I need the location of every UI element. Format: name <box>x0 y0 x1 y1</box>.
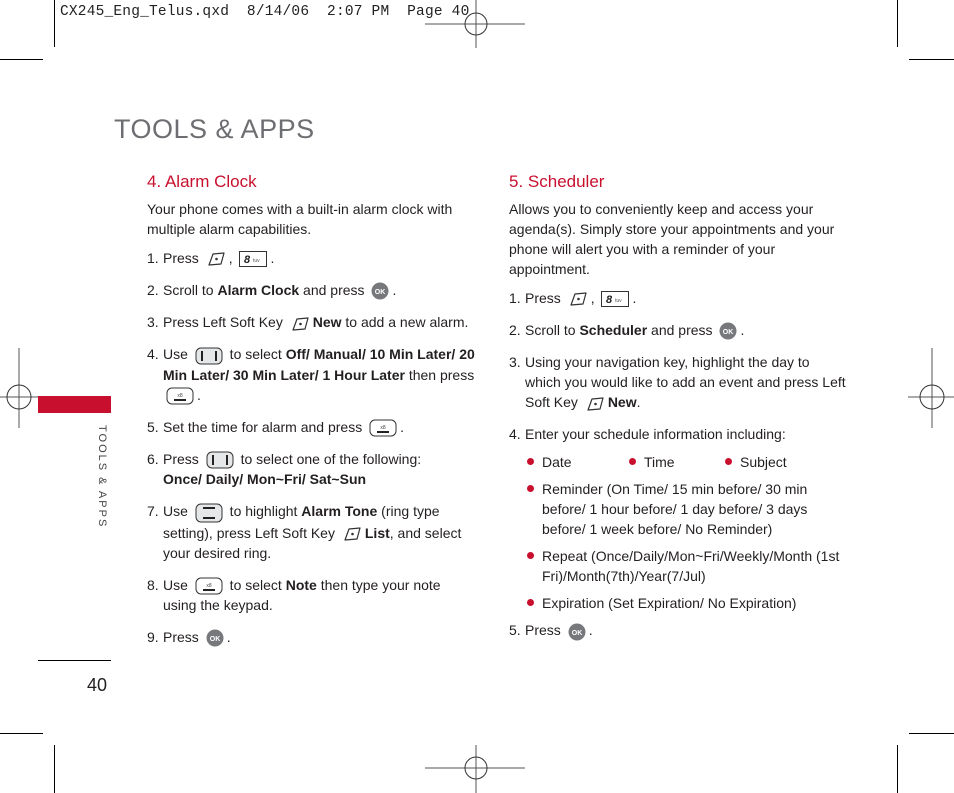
nav-down-key-icon: x8 <box>195 577 223 595</box>
list-item: Date <box>527 452 629 472</box>
bullet-icon <box>527 599 534 607</box>
nav-left-right-key-icon <box>206 451 234 469</box>
ok-key-icon: OK <box>568 623 586 641</box>
svg-text:OK: OK <box>375 289 386 296</box>
section-intro: Allows you to conveniently keep and acce… <box>509 201 835 277</box>
bullet-icon <box>527 485 534 493</box>
print-slug: CX245_Eng_Telus.qxd 8/14/06 2:07 PM Page… <box>60 4 470 20</box>
list-item: Subject <box>725 452 787 472</box>
nav-up-down-key-icon <box>195 503 223 523</box>
nav-down-key-icon: x8 <box>369 419 397 437</box>
left-soft-key-icon <box>587 396 604 411</box>
registration-mark-bottom <box>425 745 525 793</box>
key-8-tuv-icon: 8 tuv <box>239 251 268 268</box>
section-intro: Your phone comes with a built-in alarm c… <box>147 201 453 237</box>
left-soft-key-icon <box>570 292 587 306</box>
nav-left-right-key-icon <box>195 347 223 365</box>
bullet-icon <box>527 552 534 560</box>
list-item: Reminder (On Time/ 15 min before/ 30 min… <box>527 479 849 539</box>
scheduler-section: 5. Scheduler Allows you to conveniently … <box>509 171 849 653</box>
crop-mark <box>909 59 954 60</box>
step-item: 1. Press , 8 tuv. <box>509 290 637 308</box>
svg-text:OK: OK <box>723 329 734 336</box>
svg-text:OK: OK <box>571 630 582 637</box>
page-title: TOOLS & APPS <box>114 114 315 145</box>
list-item: Expiration (Set Expiration/ No Expiratio… <box>527 593 849 613</box>
step-item: 9. Press OK. <box>147 627 477 647</box>
list-item: Time <box>629 452 725 472</box>
key-8-tuv-icon: 8 tuv <box>601 291 630 308</box>
svg-text:x8: x8 <box>206 583 212 589</box>
step-item: 8. Use x8 to select Note then type your … <box>147 576 441 614</box>
step-item: 5. Press OK. <box>509 620 849 641</box>
bullet-icon <box>629 458 636 466</box>
step-item: 2. Scroll to Scheduler and press OK. <box>509 320 849 340</box>
step-item: 4. Enter your schedule information inclu… <box>509 426 786 443</box>
svg-text:x8: x8 <box>380 425 386 431</box>
crop-mark <box>54 745 55 793</box>
svg-text:tuv: tuv <box>615 298 622 304</box>
registration-mark-right <box>908 348 954 428</box>
left-soft-key-icon <box>208 252 225 266</box>
step-item: 6. Press to select one of the following:… <box>147 451 422 488</box>
alarm-clock-section: 4. Alarm Clock Your phone comes with a b… <box>147 171 477 659</box>
crop-mark <box>0 59 43 60</box>
step-item: 2. Scroll to Alarm Clock and press OK. <box>147 280 477 300</box>
schedule-fields-list: Date Time Subject Reminder (On Time/ 15 … <box>527 452 849 613</box>
step-item: 1. Press , 8 tuv. <box>147 250 275 268</box>
ok-key-icon: OK <box>719 322 737 340</box>
footer-rule <box>38 660 111 661</box>
crop-mark <box>897 745 898 793</box>
inline-bullet-row: Date Time Subject <box>527 452 849 472</box>
step-item: 7. Use to highlight Alarm Tone (ring typ… <box>147 503 462 561</box>
svg-text:OK: OK <box>209 636 220 643</box>
crop-mark <box>897 0 898 47</box>
section-tab-marker <box>38 396 111 413</box>
step-item: 5. Set the time for alarm and press x8. <box>147 417 477 437</box>
crop-mark <box>54 0 55 47</box>
bullet-icon <box>725 458 732 466</box>
ok-key-icon: OK <box>371 282 389 300</box>
svg-text:8: 8 <box>244 254 251 266</box>
step-item: 3. Using your navigation key, highlight … <box>509 354 846 411</box>
registration-mark-left <box>0 348 44 428</box>
left-soft-key-icon <box>344 527 361 541</box>
nav-down-key-icon: x8 <box>166 387 194 405</box>
crop-mark <box>909 733 954 734</box>
section-heading: 4. Alarm Clock <box>147 172 257 191</box>
bullet-icon <box>527 458 534 466</box>
crop-mark <box>0 733 43 734</box>
side-section-label: TOOLS & APPS <box>96 425 108 529</box>
ok-key-icon: OK <box>206 629 224 647</box>
step-item: 3. Press Left Soft Key New to add a new … <box>147 314 469 331</box>
svg-text:8: 8 <box>606 294 613 306</box>
list-item: Repeat (Once/Daily/Mon~Fri/Weekly/Month … <box>527 546 849 586</box>
section-heading: 5. Scheduler <box>509 172 605 191</box>
page-number: 40 <box>87 675 108 695</box>
step-item: 4. Use to select Off/ Manual/ 10 Min Lat… <box>147 344 477 405</box>
svg-text:tuv: tuv <box>253 258 260 264</box>
svg-text:x8: x8 <box>177 393 183 399</box>
left-soft-key-icon <box>292 316 309 331</box>
